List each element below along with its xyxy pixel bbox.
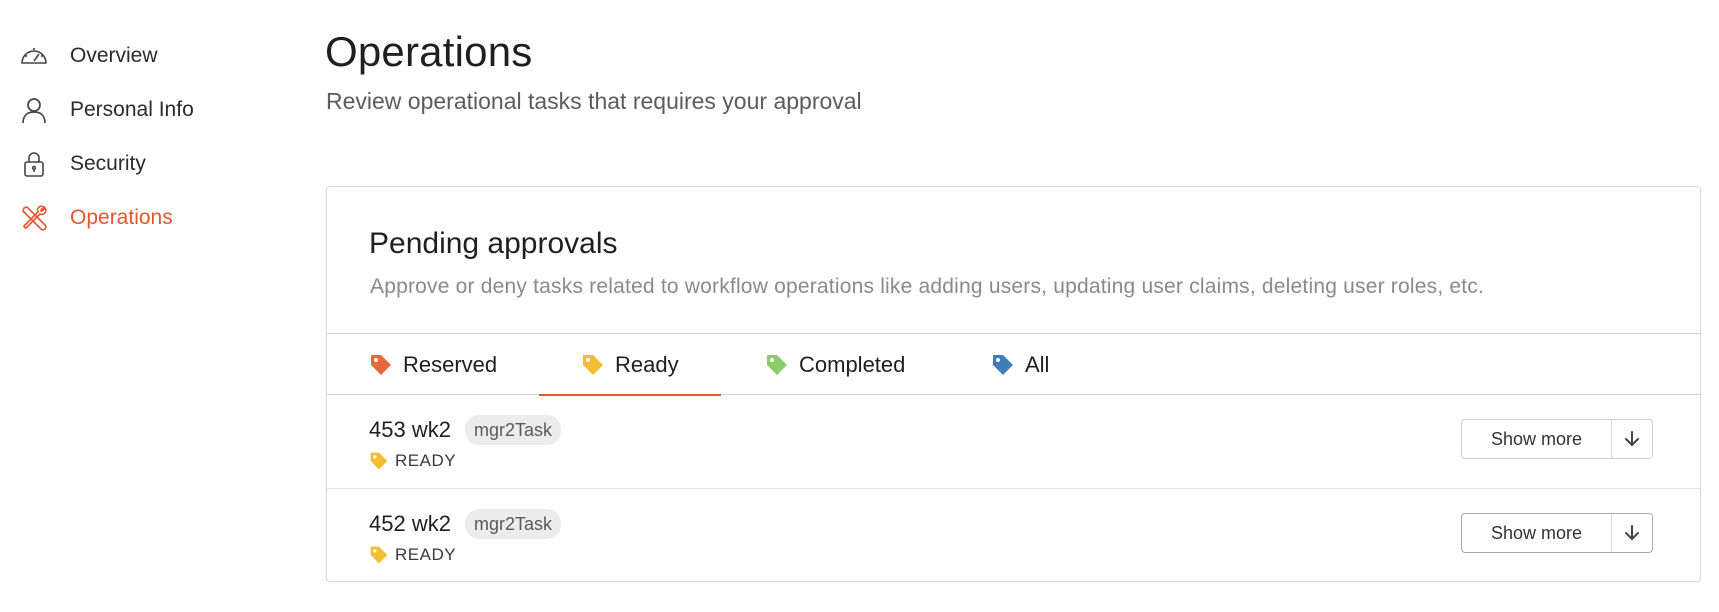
tag-icon — [370, 452, 388, 470]
arrow-down-icon — [1612, 514, 1652, 552]
tag-icon — [583, 354, 603, 375]
tab-completed[interactable]: Completed — [765, 334, 905, 395]
status-badge: READY — [369, 451, 456, 471]
speedometer-icon — [18, 40, 50, 72]
tab-label: Completed — [799, 351, 906, 377]
user-icon — [18, 94, 50, 126]
page-subtitle: Review operational tasks that requires y… — [326, 88, 862, 114]
tools-icon — [18, 202, 50, 234]
tag-icon — [767, 354, 787, 375]
tab-label: Ready — [615, 351, 679, 377]
tag-icon — [993, 354, 1013, 375]
show-more-label: Show more — [1462, 514, 1612, 552]
status-badge: READY — [369, 545, 456, 565]
table-row: 453 wk2 mgr2Task READY Show more — [327, 395, 1700, 489]
card-description: Approve or deny tasks related to workflo… — [370, 275, 1485, 298]
tag-icon — [370, 546, 388, 564]
tab-label: Reserved — [403, 351, 498, 377]
show-more-button[interactable]: Show more — [1461, 513, 1653, 553]
show-more-button[interactable]: Show more — [1461, 419, 1653, 459]
sidebar-item-label: Operations — [70, 206, 173, 229]
tag-icon — [371, 354, 391, 375]
arrow-down-icon — [1612, 420, 1652, 458]
sidebar-item-security[interactable]: Security — [18, 146, 146, 182]
status-label: READY — [395, 545, 457, 564]
task-type-badge: mgr2Task — [465, 415, 562, 445]
sidebar-item-label: Overview — [70, 44, 158, 67]
sidebar-item-label: Personal Info — [70, 98, 194, 121]
lock-icon — [18, 148, 50, 180]
task-name: 452 wk2 — [369, 511, 451, 536]
tab-all[interactable]: All — [991, 334, 1049, 395]
sidebar-item-operations[interactable]: Operations — [18, 200, 173, 236]
tab-bar: Reserved Ready Completed All — [327, 333, 1700, 396]
tab-label: All — [1025, 351, 1050, 377]
show-more-label: Show more — [1462, 420, 1612, 458]
page-title: Operations — [325, 28, 533, 75]
sidebar-item-overview[interactable]: Overview — [18, 38, 158, 74]
sidebar-item-label: Security — [70, 152, 146, 175]
task-name: 453 wk2 — [369, 417, 451, 442]
pending-approvals-card: Pending approvals Approve or deny tasks … — [326, 186, 1701, 582]
status-label: READY — [395, 451, 457, 470]
table-row: 452 wk2 mgr2Task READY Show more — [327, 489, 1700, 583]
sidebar-item-personal-info[interactable]: Personal Info — [18, 92, 194, 128]
task-type-badge: mgr2Task — [465, 509, 562, 539]
tab-ready[interactable]: Ready — [539, 334, 721, 396]
tab-reserved[interactable]: Reserved — [369, 334, 497, 395]
card-title: Pending approvals — [369, 227, 618, 260]
